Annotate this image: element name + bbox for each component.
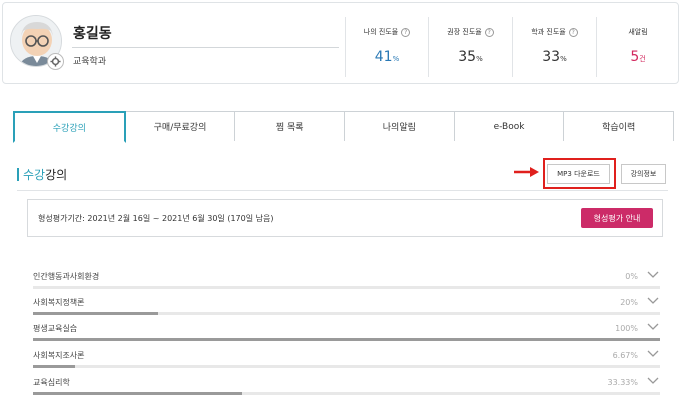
tab-learning-history[interactable]: 학습이력 xyxy=(563,111,675,141)
course-name: 교육심리학 xyxy=(33,378,70,387)
list-item[interactable]: 사회복지정책론 20% xyxy=(33,294,663,320)
section-title-rest: 강의 xyxy=(45,168,68,182)
course-name: 사회복지정책론 xyxy=(33,298,85,307)
stat-value: 5 xyxy=(630,49,640,65)
stat-title: 새알림 xyxy=(628,28,648,36)
stat-unit: % xyxy=(476,55,483,63)
stat-department-progress: 학과 진도율? 33% xyxy=(512,17,596,77)
user-name: 홍길동 xyxy=(73,26,112,42)
course-name: 인간행동과사회환경 xyxy=(33,272,100,281)
course-name: 평생교육실습 xyxy=(33,324,78,333)
stat-value: 33 xyxy=(542,49,561,65)
list-item[interactable]: 사회복지조사론 6.67% xyxy=(33,347,663,373)
section-title-highlight: 수강 xyxy=(23,168,46,182)
course-progress-text: 0% xyxy=(625,272,638,281)
course-progress-text: 33.33% xyxy=(607,378,638,387)
tab-enrolled-courses[interactable]: 수강강의 xyxy=(13,111,126,143)
tab-my-notifications[interactable]: 나의알림 xyxy=(344,111,455,141)
stat-title: 나의 진도율 xyxy=(363,28,399,36)
stat-title: 학과 진도율 xyxy=(531,28,566,36)
stat-unit: % xyxy=(560,55,567,63)
course-progress-text: 6.67% xyxy=(612,351,638,360)
progress-bar xyxy=(33,392,660,395)
progress-fill xyxy=(33,338,660,341)
progress-bar xyxy=(33,286,660,289)
stat-title: 권장 진도율 xyxy=(447,28,482,36)
tab-ebook[interactable]: e-Book xyxy=(453,111,565,141)
progress-bar xyxy=(33,312,660,315)
evaluation-period-box: 형성평가기간: 2021년 2월 16일 ~ 2021년 6월 30일 (170… xyxy=(27,199,663,237)
user-department: 교육학과 xyxy=(73,57,107,67)
list-item[interactable]: 인간행동과사회환경 0% xyxy=(33,268,663,294)
gear-icon[interactable] xyxy=(47,53,64,70)
progress-fill xyxy=(33,392,242,395)
mp3-download-button[interactable]: MP3 다운로드 xyxy=(547,164,610,184)
evaluation-period-text: 형성평가기간: 2021년 2월 16일 ~ 2021년 6월 30일 (170… xyxy=(38,214,274,223)
chevron-down-icon[interactable] xyxy=(647,271,659,279)
profile-card: 홍길동 교육학과 나의 진도율? 41% 권장 진도율? 35% 학과 진도율?… xyxy=(2,2,679,84)
progress-fill xyxy=(33,312,159,315)
arrow-right-icon xyxy=(514,167,539,177)
course-progress-text: 20% xyxy=(620,298,638,307)
evaluation-guide-button[interactable]: 형성평가 안내 xyxy=(581,208,653,228)
list-item[interactable]: 교육심리학 33.33% xyxy=(33,374,663,400)
section-title: 수강강의 xyxy=(23,166,67,183)
chevron-down-icon[interactable] xyxy=(647,377,659,385)
course-progress-text: 100% xyxy=(615,324,638,333)
chevron-down-icon[interactable] xyxy=(647,350,659,358)
stat-value: 41 xyxy=(374,49,393,65)
stat-unit: % xyxy=(392,55,400,63)
divider xyxy=(72,47,339,48)
course-info-button[interactable]: 강의정보 xyxy=(621,164,666,184)
section-marker xyxy=(17,168,19,181)
tab-wishlist[interactable]: 찜 목록 xyxy=(234,111,346,141)
chevron-down-icon[interactable] xyxy=(647,323,659,331)
progress-bar xyxy=(33,338,660,341)
stat-value: 35 xyxy=(458,49,477,65)
stat-new-alerts[interactable]: 새알림 5건 xyxy=(596,17,679,77)
stat-recommended-progress: 권장 진도율? 35% xyxy=(428,17,512,77)
question-icon[interactable]: ? xyxy=(484,27,494,37)
stat-my-progress: 나의 진도율? 41% xyxy=(345,17,428,77)
tab-purchased-free-courses[interactable]: 구매/무료강의 xyxy=(124,111,236,141)
progress-fill xyxy=(33,365,75,368)
tab-bar: 수강강의 구매/무료강의 찜 목록 나의알림 e-Book 학습이력 xyxy=(13,111,675,143)
course-name: 사회복지조사론 xyxy=(33,351,85,360)
progress-bar xyxy=(33,365,660,368)
question-icon[interactable]: ? xyxy=(568,27,578,37)
stat-unit: 건 xyxy=(639,55,646,63)
question-icon[interactable]: ? xyxy=(401,27,411,37)
chevron-down-icon[interactable] xyxy=(647,297,659,305)
divider xyxy=(17,190,668,191)
list-item[interactable]: 평생교육실습 100% xyxy=(33,320,663,346)
